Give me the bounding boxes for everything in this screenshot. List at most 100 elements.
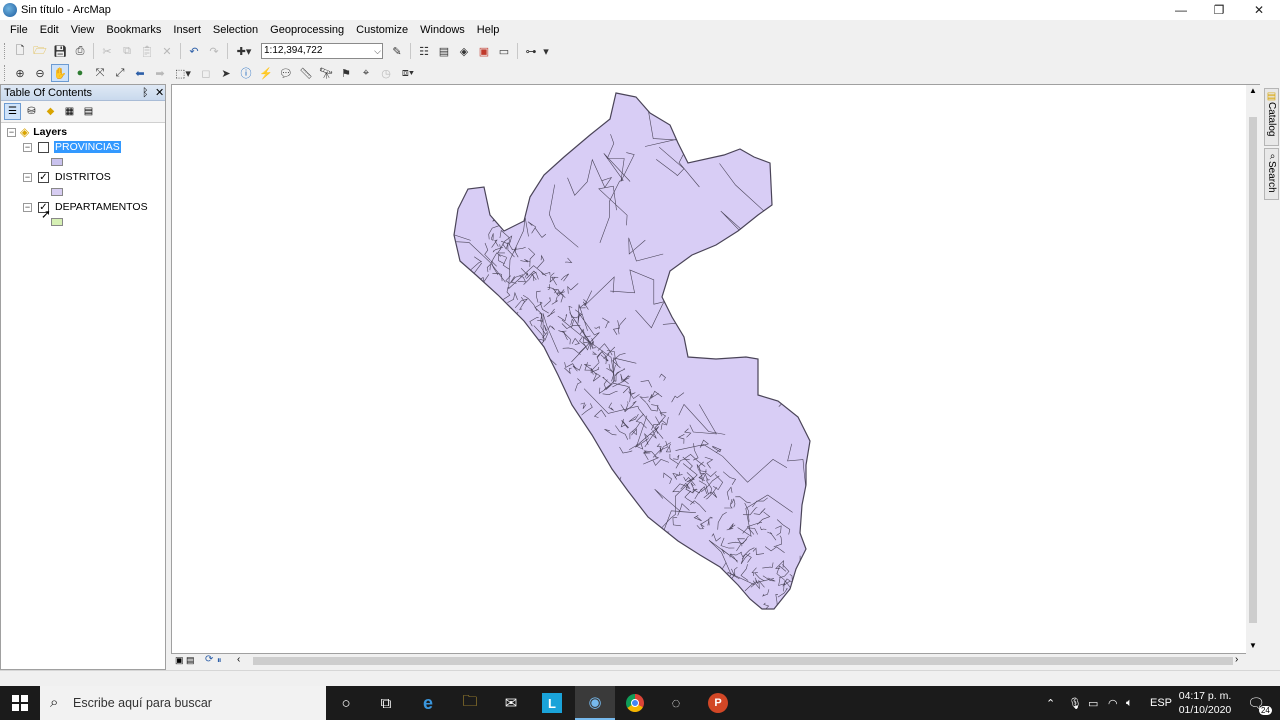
go-to-xy-icon[interactable]: ⌖ bbox=[357, 64, 375, 82]
print-icon[interactable]: ⎙ bbox=[71, 42, 89, 60]
data-view-icon[interactable]: ▣ bbox=[175, 655, 184, 666]
chrome-icon[interactable] bbox=[615, 686, 655, 720]
taskbar-search-box[interactable]: ⌕ Escribe aquí para buscar bbox=[40, 686, 326, 720]
search-window-icon[interactable]: ◈ bbox=[455, 42, 473, 60]
full-extent-globe-icon[interactable]: ● bbox=[71, 64, 89, 82]
layer-visibility-checkbox[interactable]: ✓ bbox=[38, 171, 49, 183]
layer-symbol-swatch[interactable] bbox=[51, 218, 63, 226]
edge-browser-icon[interactable]: e bbox=[408, 686, 448, 720]
layer-name-distritos[interactable]: DISTRITOS bbox=[54, 171, 112, 183]
fixed-zoom-out-icon[interactable]: ⤢ bbox=[111, 64, 129, 82]
layer-visibility-checkbox[interactable] bbox=[38, 141, 49, 153]
cut-icon[interactable]: ✂ bbox=[98, 42, 116, 60]
undo-icon[interactable]: ↶ bbox=[185, 42, 203, 60]
collapse-icon[interactable]: − bbox=[23, 142, 32, 152]
collapse-icon[interactable]: − bbox=[7, 127, 16, 137]
maximize-button[interactable]: ❐ bbox=[1200, 0, 1238, 20]
close-button[interactable]: ✕ bbox=[1240, 0, 1278, 20]
l-app-icon[interactable]: L bbox=[532, 686, 572, 720]
arctoolbox-icon[interactable]: ▣ bbox=[475, 42, 493, 60]
input-language[interactable]: ESP bbox=[1150, 686, 1172, 720]
notification-center-icon[interactable]: 🗨︎ 24 bbox=[1244, 686, 1272, 720]
list-by-visibility-icon[interactable]: ◆ bbox=[42, 103, 59, 120]
layout-view-icon[interactable]: ▤ bbox=[186, 655, 195, 666]
file-explorer-icon[interactable]: 🗀 bbox=[450, 686, 490, 720]
toolbar-options-icon[interactable]: ▾ bbox=[542, 42, 550, 60]
map-display[interactable] bbox=[171, 84, 1260, 654]
toolbar-grip[interactable] bbox=[4, 43, 7, 59]
editor-toolbar-icon[interactable]: ✎ bbox=[388, 42, 406, 60]
hyperlink-icon[interactable]: ⚡ bbox=[257, 64, 275, 82]
toc-options-icon[interactable]: ▤ bbox=[80, 103, 97, 120]
menu-help[interactable]: Help bbox=[471, 20, 506, 40]
copy-icon[interactable]: ⧉ bbox=[118, 42, 136, 60]
catalog-tab[interactable]: ▤ Catalog bbox=[1264, 88, 1279, 146]
find-route-icon[interactable]: ⚑ bbox=[337, 64, 355, 82]
mail-icon[interactable]: ✉ bbox=[491, 686, 531, 720]
new-document-icon[interactable]: 🗋 bbox=[11, 42, 29, 60]
vertical-scroll-thumb[interactable] bbox=[1249, 117, 1257, 623]
html-popup-icon[interactable]: 💬︎ bbox=[277, 64, 295, 82]
cortana-icon[interactable]: ○ bbox=[326, 686, 366, 720]
back-arrow-icon[interactable]: ⬅ bbox=[131, 64, 149, 82]
pause-drawing-icon[interactable]: ⏸ bbox=[217, 655, 222, 666]
open-folder-icon[interactable]: 🗁 bbox=[31, 42, 49, 60]
menu-geoprocessing[interactable]: Geoprocessing bbox=[264, 20, 350, 40]
model-builder-icon[interactable]: ⊶ bbox=[522, 42, 540, 60]
paste-icon[interactable]: 📋︎ bbox=[138, 42, 156, 60]
layers-root-row[interactable]: − ◈ Layers bbox=[7, 125, 68, 139]
horizontal-scroll-thumb[interactable] bbox=[253, 657, 1233, 665]
taskbar-clock[interactable]: 04:17 p. m. 01/10/2020 bbox=[1172, 689, 1238, 717]
find-binoculars-icon[interactable]: 🔭︎ bbox=[317, 64, 335, 82]
task-view-icon[interactable]: ⧉ bbox=[366, 686, 406, 720]
battery-icon[interactable]: ▭ bbox=[1088, 686, 1098, 720]
layer-symbol-swatch[interactable] bbox=[51, 158, 63, 166]
fixed-zoom-in-icon[interactable]: ⤧ bbox=[91, 64, 109, 82]
measure-icon[interactable]: 📏︎ bbox=[297, 64, 315, 82]
time-slider-icon[interactable]: ◷ bbox=[377, 64, 395, 82]
identify-info-icon[interactable]: ⓘ bbox=[237, 64, 255, 82]
layer-name-departamentos[interactable]: DEPARTAMENTOS bbox=[54, 201, 149, 213]
arcmap-taskbar-icon[interactable]: ◉ bbox=[575, 686, 615, 720]
delete-icon[interactable]: ✕ bbox=[158, 42, 176, 60]
zoom-out-icon[interactable]: ⊖ bbox=[31, 64, 49, 82]
collapse-icon[interactable]: − bbox=[23, 172, 32, 182]
menu-bookmarks[interactable]: Bookmarks bbox=[100, 20, 167, 40]
menu-customize[interactable]: Customize bbox=[350, 20, 414, 40]
close-icon[interactable]: ✕ bbox=[155, 85, 164, 101]
pin-icon[interactable]: ᛒ bbox=[142, 85, 149, 101]
menu-view[interactable]: View bbox=[65, 20, 101, 40]
show-hidden-icons-icon[interactable]: ⌃ bbox=[1046, 686, 1055, 720]
table-of-contents-window-icon[interactable]: ☷ bbox=[415, 42, 433, 60]
zoom-in-icon[interactable]: ⊕ bbox=[11, 64, 29, 82]
wifi-icon[interactable]: ◠ bbox=[1108, 686, 1118, 720]
add-data-icon[interactable]: ✚▾ bbox=[232, 42, 256, 60]
collapse-icon[interactable]: − bbox=[23, 202, 32, 212]
menu-edit[interactable]: Edit bbox=[34, 20, 65, 40]
menu-windows[interactable]: Windows bbox=[414, 20, 471, 40]
scroll-down-icon[interactable]: ▼ bbox=[1249, 641, 1257, 650]
layer-symbol-swatch[interactable] bbox=[51, 188, 63, 196]
powerpoint-icon[interactable]: P bbox=[698, 686, 738, 720]
list-by-selection-icon[interactable]: ▦ bbox=[61, 103, 78, 120]
redo-icon[interactable]: ↷ bbox=[205, 42, 223, 60]
volume-icon[interactable]: 🔈︎ bbox=[1126, 686, 1133, 720]
menu-selection[interactable]: Selection bbox=[207, 20, 264, 40]
save-icon[interactable]: 💾︎ bbox=[51, 42, 69, 60]
refresh-icon[interactable]: ⟳ bbox=[205, 654, 213, 665]
list-by-drawing-order-icon[interactable]: ☰ bbox=[4, 103, 21, 120]
chevron-down-icon[interactable]: ⌵ bbox=[374, 44, 381, 58]
peru-outline[interactable] bbox=[453, 92, 811, 610]
scroll-up-icon[interactable]: ▲ bbox=[1249, 86, 1257, 95]
peru-map-canvas[interactable] bbox=[172, 85, 1259, 653]
layer-row-provincias[interactable]: − PROVINCIAS bbox=[23, 140, 121, 154]
unknown-app-icon[interactable]: ◌ bbox=[656, 686, 696, 720]
layer-name-provincias[interactable]: PROVINCIAS bbox=[54, 141, 121, 153]
toolbar-grip[interactable] bbox=[4, 65, 7, 81]
vertical-scrollbar[interactable]: ▲ ▼ bbox=[1246, 85, 1260, 654]
scroll-left-icon[interactable]: ‹ bbox=[237, 654, 240, 665]
minimize-button[interactable]: — bbox=[1162, 0, 1200, 20]
select-features-icon[interactable]: ⬚▾ bbox=[171, 64, 195, 82]
menu-insert[interactable]: Insert bbox=[167, 20, 207, 40]
clear-selection-icon[interactable]: ◻ bbox=[197, 64, 215, 82]
